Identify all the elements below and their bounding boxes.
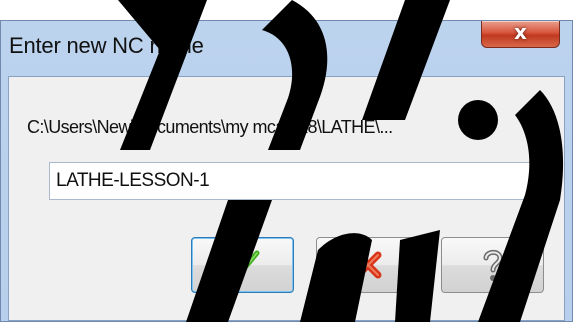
close-icon: x [514,20,527,44]
cancel-button[interactable] [316,237,419,293]
question-mark-icon [483,249,503,281]
x-mark-icon [354,251,381,279]
close-button[interactable]: x [481,20,560,48]
dialog-body: C:\Users\New\Documents\my mcamx8\LATHE\.… [8,76,565,321]
nc-path-label: C:\Users\New\Documents\my mcamx8\LATHE\.… [27,117,393,137]
window-title: Enter new NC name [9,33,204,58]
ok-button[interactable] [191,237,294,293]
title-bar[interactable]: Enter new NC name x [1,20,572,65]
checkmark-icon [226,250,259,279]
dialog-window: Enter new NC name x C:\Users\New\Documen… [0,20,573,322]
nc-name-input[interactable] [49,162,539,200]
help-button[interactable] [441,237,544,293]
